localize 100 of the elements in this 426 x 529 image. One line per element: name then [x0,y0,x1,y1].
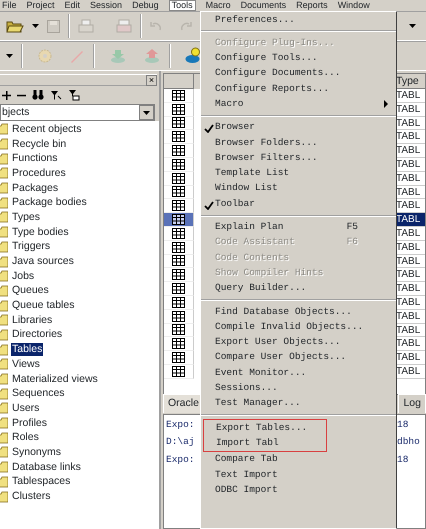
menu-item[interactable]: Template List [201,166,396,181]
menu-item[interactable]: File [2,0,17,11]
caret-icon [143,110,150,114]
menu-item[interactable]: Compile Invalid Objects... [201,319,396,335]
tree-item[interactable]: Jobs [11,270,36,283]
menu-item[interactable]: Configure Tools... [201,50,396,66]
table-icon [172,158,185,170]
filter-icon[interactable] [68,89,80,101]
tree-item[interactable]: Recent objects [11,122,82,136]
tree-item[interactable]: Database links [11,460,82,474]
print-icon[interactable] [78,19,94,33]
log-line: 18 [397,452,410,466]
table-icon [172,296,185,308]
menu-item[interactable]: Window List [201,180,396,196]
tree-item[interactable]: Java sources [11,255,75,268]
menu-item[interactable]: Export Tables... [204,420,326,436]
tree-item[interactable]: Queue tables [11,299,76,312]
tree-item[interactable]: Profiles [11,416,48,430]
tree-item[interactable]: Directories [11,328,64,342]
caret-icon[interactable] [32,24,39,28]
menu-item[interactable]: Debug [132,0,159,11]
binoculars-icon[interactable] [32,90,44,100]
table-icon [172,324,185,336]
column-header[interactable] [164,74,194,89]
menu-item[interactable]: Session [90,0,122,11]
plus-icon[interactable] [2,90,11,100]
open-folder-icon[interactable] [6,19,24,33]
database-user-icon[interactable] [185,47,200,65]
tree-item[interactable]: Functions [11,152,59,166]
tree-item[interactable]: Synonyms [11,446,62,459]
tree-item[interactable]: Package bodies [11,196,88,210]
tree-item[interactable]: Users [11,402,40,415]
tree-item[interactable]: Procedures [11,166,67,180]
log-line: Expo: [166,418,196,432]
menu-item[interactable]: Compare User Objects... [201,350,396,366]
tree-item[interactable]: Libraries [11,314,54,327]
menu-item[interactable]: Sessions... [201,380,396,396]
close-button[interactable]: × [146,74,157,86]
tab[interactable]: Log [398,394,426,413]
tree-item[interactable]: Recycle bin [11,138,68,151]
tree-item[interactable]: Types [11,210,42,224]
log-line: 18 [397,418,410,432]
tree-item[interactable]: Roles [11,431,40,444]
menu-item[interactable]: Find Database Objects... [201,304,396,320]
table-icon [172,242,185,253]
table-icon [172,186,185,198]
menu-item[interactable]: Browser Filters... [201,150,396,166]
menu-item[interactable]: Tools [168,0,196,11]
menu-item[interactable]: ODBC Import [201,482,396,498]
tree-item[interactable]: Materialized views [11,372,99,386]
menu-item[interactable]: Test Manager... [201,396,396,412]
log-line: Expo: [166,452,196,466]
tree-item[interactable]: Views [11,358,41,371]
menu-item[interactable]: Query Builder... [201,280,396,296]
table-icon [172,269,185,280]
filter-icon[interactable] [50,89,62,101]
caret-icon[interactable] [409,24,416,28]
menu-item[interactable]: Toolbar [201,196,396,212]
filter-dropdown[interactable]: bjects [0,104,155,121]
menu-item[interactable]: Explain Plan F5 [201,220,396,235]
tree-item[interactable]: Triggers [11,240,52,254]
print-preview-icon[interactable] [116,19,132,33]
save-icon[interactable] [47,20,60,32]
log-line: D:\aj [166,435,196,450]
table-icon [172,214,185,226]
menu-item[interactable]: Browser [201,120,396,136]
tree-item[interactable]: Tables [11,343,44,356]
menu-item[interactable]: Compare Tab [201,452,396,468]
table-icon [172,117,185,128]
table-cell[interactable]: TABL [394,213,425,227]
menu-item[interactable]: Macro [206,0,231,11]
log-line: dbho [397,435,421,450]
table-icon [172,200,185,212]
tree-item[interactable]: Queues [11,284,50,298]
menu-item[interactable]: Reports [296,0,328,11]
menu-item[interactable]: Export User Objects... [201,334,396,350]
caret-icon[interactable] [6,54,13,58]
table-icon [172,352,185,364]
menu-item[interactable]: Configure Reports... [201,81,396,96]
menu-item[interactable]: Edit [64,0,80,11]
tree-item[interactable]: Type bodies [11,226,70,239]
menu-item[interactable]: Event Monitor... [201,365,396,381]
menu-item[interactable]: Text Import [201,467,396,482]
menu-item[interactable]: Import Tabl [204,435,326,451]
menu-item[interactable]: Window [338,0,370,11]
table-icon [172,172,185,184]
table-icon [172,366,185,377]
menu-item[interactable]: Project [26,0,55,11]
tree-item[interactable]: Sequences [11,387,66,400]
tree-item[interactable]: Clusters [11,490,52,504]
table-icon [172,131,185,142]
table-icon [172,283,185,294]
menu-item[interactable]: Preferences... [201,12,396,28]
menu-item[interactable]: Macro [201,96,396,112]
menu-item[interactable]: Documents [240,0,286,11]
tree-item[interactable]: Packages [11,182,60,195]
menu-item[interactable]: Configure Documents... [201,66,396,82]
table-icon [172,104,185,115]
tree-item[interactable]: Tablespaces [11,475,72,488]
menu-item[interactable]: Browser Folders... [201,135,396,150]
